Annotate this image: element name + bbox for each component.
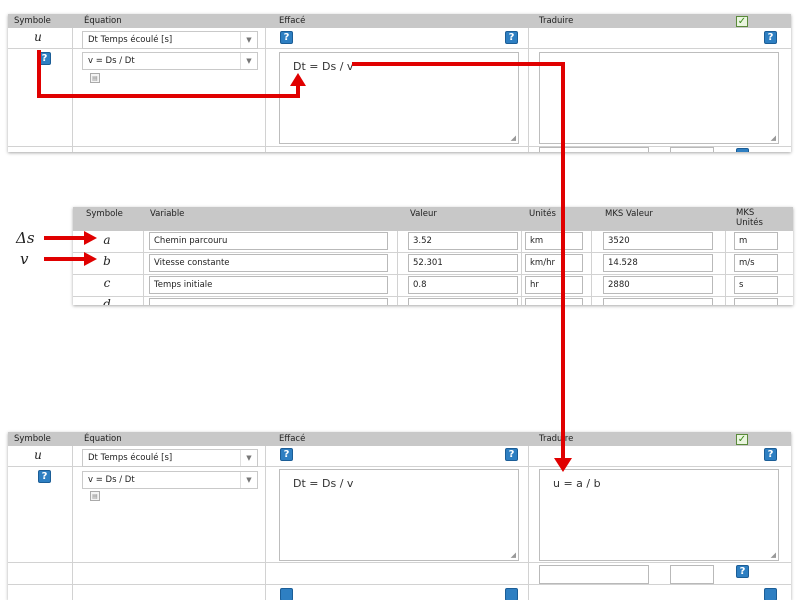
mks-value-input[interactable]: 14.528 <box>603 254 713 272</box>
variable-select-value: Dt Temps écoulé [s] <box>88 453 173 463</box>
help-icon-effect[interactable]: ? <box>280 31 293 44</box>
variable-select-value: Dt Temps écoulé [s] <box>88 35 173 45</box>
help-icon-cut[interactable] <box>280 588 293 600</box>
help-icon-symbol[interactable]: ? <box>38 52 51 65</box>
header-symbol: Symbole <box>14 16 51 26</box>
help-icon-translate[interactable]: ? <box>764 31 777 44</box>
checkbox-top[interactable]: ✓ <box>736 16 748 27</box>
mks-units-input[interactable]: m/s <box>734 254 778 272</box>
header-value: Valeur <box>410 209 437 219</box>
value-input[interactable]: 3.52 <box>408 232 518 250</box>
header-effect: Effacé <box>279 16 306 26</box>
value-input[interactable] <box>408 298 518 305</box>
effect-textarea[interactable]: Dt = Ds / v ◢ <box>279 469 519 561</box>
resize-grip-icon[interactable]: ◢ <box>771 134 776 142</box>
header-symbol: Symbole <box>86 209 123 219</box>
equation-select[interactable]: v = Ds / Dt ▼ <box>82 52 258 70</box>
symbol-b: b <box>103 254 111 268</box>
mks-units-input[interactable]: s <box>734 276 778 294</box>
variable-name-input[interactable]: Temps initiale <box>149 276 388 294</box>
mks-value-input[interactable]: 3520 <box>603 232 713 250</box>
symbol-u: u <box>34 30 42 44</box>
mks-value-input[interactable] <box>603 298 713 305</box>
help-icon-cut[interactable] <box>764 588 777 600</box>
resize-grip-icon[interactable]: ◢ <box>511 551 516 559</box>
mks-units-input[interactable] <box>734 298 778 305</box>
chevron-down-icon: ▼ <box>240 450 257 466</box>
mks-value-input[interactable]: 2880 <box>603 276 713 294</box>
symbol-c: c <box>103 276 111 290</box>
effect-textarea[interactable]: Dt = Ds / v ◢ <box>279 52 519 144</box>
symbol-a: a <box>103 233 111 247</box>
variable-name-input[interactable]: Vitesse constante <box>149 254 388 272</box>
annotation-v: v <box>20 250 29 268</box>
units-input[interactable]: hr <box>525 276 583 294</box>
header-translate: Traduire <box>539 16 574 26</box>
help-icon-translate[interactable]: ? <box>764 448 777 461</box>
equation-panel-top: Symbole Équation Effacé Traduire ✓ u Dt … <box>8 14 791 152</box>
value-input[interactable]: 52.301 <box>408 254 518 272</box>
header-effect: Effacé <box>279 434 306 444</box>
effect-text: Dt = Ds / v <box>293 477 354 490</box>
translate-input-small-cut[interactable] <box>670 147 714 152</box>
units-input[interactable]: km <box>525 232 583 250</box>
help-icon-effect-right[interactable]: ? <box>505 31 518 44</box>
help-icon-symbol[interactable]: ? <box>38 470 51 483</box>
header-equation: Équation <box>84 16 122 26</box>
header-equation: Équation <box>84 434 122 444</box>
variable-name-input[interactable]: Chemin parcouru <box>149 232 388 250</box>
help-icon-effect[interactable]: ? <box>280 448 293 461</box>
translate-text: u = a / b <box>553 477 601 490</box>
translate-input[interactable] <box>539 565 649 584</box>
translate-input-cut[interactable] <box>539 147 649 152</box>
translate-textarea[interactable]: ◢ <box>539 52 779 144</box>
document-icon[interactable]: ▤ <box>90 491 100 501</box>
units-input[interactable]: km/hr <box>525 254 583 272</box>
header-translate: Traduire <box>539 434 574 444</box>
variable-select[interactable]: Dt Temps écoulé [s] ▼ <box>82 31 258 49</box>
header-mks-units-2: Unités <box>736 218 763 228</box>
header-mks-value: MKS Valeur <box>605 209 653 219</box>
equation-select-value: v = Ds / Dt <box>88 56 135 66</box>
symbol-u: u <box>34 448 42 462</box>
variable-name-input[interactable] <box>149 298 388 305</box>
help-icon-translate-row[interactable]: ? <box>736 565 749 578</box>
annotation-delta-s: Δs <box>16 229 35 247</box>
document-icon[interactable]: ▤ <box>90 73 100 83</box>
header-units: Unités <box>529 209 556 219</box>
help-icon-cut[interactable] <box>736 148 749 152</box>
chevron-down-icon: ▼ <box>240 472 257 488</box>
effect-text: Dt = Ds / v <box>293 60 354 73</box>
help-icon-cut[interactable] <box>505 588 518 600</box>
variable-select[interactable]: Dt Temps écoulé [s] ▼ <box>82 449 258 467</box>
equation-panel-bottom: Symbole Équation Effacé Traduire ✓ u Dt … <box>8 432 791 600</box>
chevron-down-icon: ▼ <box>240 53 257 69</box>
equation-select-value: v = Ds / Dt <box>88 475 135 485</box>
symbol-d: d <box>103 297 111 305</box>
resize-grip-icon[interactable]: ◢ <box>771 551 776 559</box>
resize-grip-icon[interactable]: ◢ <box>511 134 516 142</box>
help-icon-effect-right[interactable]: ? <box>505 448 518 461</box>
header-symbol: Symbole <box>14 434 51 444</box>
variable-table: Symbole Variable Valeur Unités MKS Valeu… <box>73 207 793 305</box>
translate-textarea[interactable]: u = a / b ◢ <box>539 469 779 561</box>
chevron-down-icon: ▼ <box>240 32 257 48</box>
translate-input-small[interactable] <box>670 565 714 584</box>
units-input[interactable] <box>525 298 583 305</box>
mks-units-input[interactable]: m <box>734 232 778 250</box>
checkbox-bottom[interactable]: ✓ <box>736 434 748 445</box>
equation-select[interactable]: v = Ds / Dt ▼ <box>82 471 258 489</box>
header-variable: Variable <box>150 209 185 219</box>
value-input[interactable]: 0.8 <box>408 276 518 294</box>
